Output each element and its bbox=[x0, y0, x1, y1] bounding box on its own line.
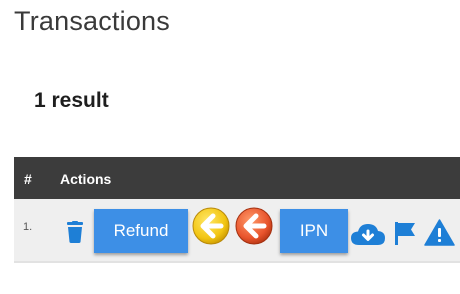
table-row: 1. Refund IPN bbox=[14, 199, 460, 263]
refund-button[interactable]: Refund bbox=[94, 209, 188, 253]
arrow-left-orange-icon[interactable] bbox=[235, 207, 273, 245]
header-number: # bbox=[24, 171, 32, 187]
result-count: 1 result bbox=[34, 89, 109, 112]
ipn-button[interactable]: IPN bbox=[280, 209, 348, 253]
arrow-left-yellow-icon[interactable] bbox=[192, 207, 230, 245]
cloud-download-icon[interactable] bbox=[351, 223, 385, 245]
warning-icon[interactable] bbox=[424, 219, 455, 246]
row-number: 1. bbox=[23, 221, 33, 233]
trash-icon[interactable] bbox=[65, 221, 85, 243]
transactions-table: # Actions 1. Refund IPN bbox=[14, 157, 460, 263]
flag-icon[interactable] bbox=[393, 221, 417, 245]
page-title: Transactions bbox=[14, 6, 170, 36]
table-header: # Actions bbox=[14, 157, 460, 199]
header-actions: Actions bbox=[60, 171, 112, 187]
